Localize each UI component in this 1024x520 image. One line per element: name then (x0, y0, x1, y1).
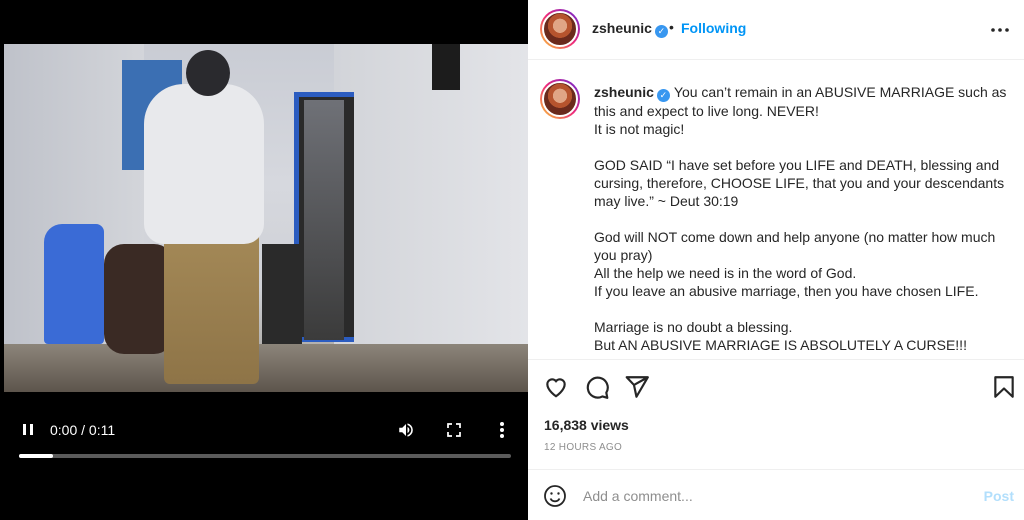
caption-line: It is not magic! (594, 121, 685, 137)
verified-badge-icon: ✓ (656, 89, 670, 102)
video-time: 0:00 / 0:11 (50, 422, 116, 438)
separator-dot: • (669, 19, 674, 35)
video-controls: 0:00 / 0:11 (0, 392, 528, 520)
post-comment-button[interactable]: Post (984, 488, 1014, 504)
video-scene-chair (44, 224, 104, 344)
caption-text: zsheunic ✓ You can’t remain in an ABUSIVE … (594, 83, 1018, 354)
share-icon[interactable] (624, 374, 650, 400)
video-scene-person (186, 50, 230, 96)
caption-username[interactable]: zsheunic (594, 84, 654, 100)
caption-line: If you leave an abusive marriage, then y… (594, 283, 979, 299)
more-vertical-icon[interactable] (490, 418, 514, 442)
pause-icon[interactable] (18, 420, 38, 440)
caption-line: But AN ABUSIVE MARRIAGE IS ABSOLUTELY A … (594, 337, 967, 353)
video-progress-bar[interactable] (19, 454, 511, 458)
caption-line: GOD SAID “I have set before you LIFE and… (594, 157, 1005, 209)
video-scene-chair (262, 244, 302, 344)
post-header: zsheunic ✓ • Following (528, 0, 1024, 60)
video-frame[interactable] (4, 44, 528, 392)
more-horizontal-icon[interactable] (988, 18, 1012, 42)
fullscreen-icon[interactable] (442, 418, 466, 442)
caption-area[interactable]: zsheunic ✓ You can’t remain in an ABUSIVE … (528, 61, 1024, 359)
avatar[interactable] (540, 79, 580, 119)
heart-icon[interactable] (543, 374, 569, 400)
volume-icon[interactable] (394, 418, 418, 442)
video-scene-person (144, 84, 264, 244)
avatar[interactable] (540, 9, 580, 49)
comment-input[interactable] (583, 484, 963, 508)
caption-line: God will NOT come down and help anyone (… (594, 229, 996, 263)
post-timestamp[interactable]: 12 HOURS AGO (544, 442, 622, 453)
view-count[interactable]: 16,838 views (544, 417, 629, 433)
verified-badge-icon: ✓ (654, 25, 668, 38)
video-scene-doorway (304, 100, 344, 340)
bookmark-icon[interactable] (991, 374, 1017, 400)
caption-line: Marriage is no doubt a blessing. (594, 319, 793, 335)
post-side-panel: zsheunic ✓ • Following zsheunic ✓ You can’t… (528, 0, 1024, 520)
smiley-icon[interactable] (543, 484, 567, 508)
post-actions: 16,838 views 12 HOURS AGO (528, 359, 1024, 469)
following-button[interactable]: Following (681, 20, 746, 36)
video-scene-floor (4, 344, 528, 392)
comment-bar: Post (528, 469, 1024, 520)
video-scene-wall (334, 44, 528, 364)
author-username[interactable]: zsheunic ✓ (592, 20, 668, 38)
video-progress-fill (19, 454, 54, 458)
caption-line: zsheunic ✓ You can’t remain in an ABUSIVE … (594, 84, 1007, 119)
comment-icon[interactable] (584, 374, 610, 400)
video-scene-object (432, 44, 460, 90)
video-scene-person (164, 224, 259, 384)
caption-line: All the help we need is in the word of G… (594, 265, 857, 281)
video-player[interactable]: 0:00 / 0:11 (0, 0, 528, 520)
